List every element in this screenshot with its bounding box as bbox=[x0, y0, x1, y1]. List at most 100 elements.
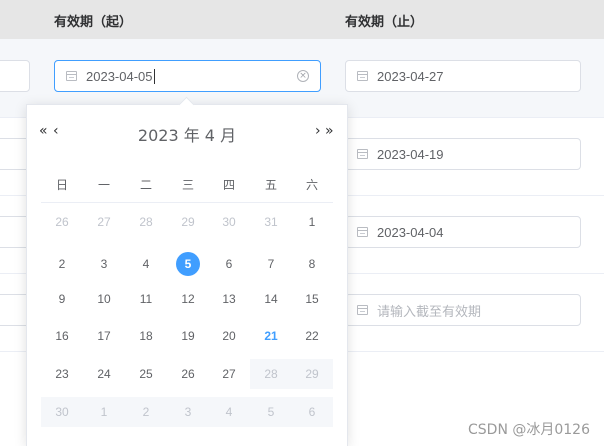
header-valid-from: 有效期（起） bbox=[54, 15, 133, 30]
month-year-title[interactable]: 2023 年 4 月 bbox=[27, 122, 347, 146]
day-cell[interactable]: 3 bbox=[83, 249, 125, 279]
day-cell[interactable]: 24 bbox=[83, 359, 125, 389]
day-cell: 29 bbox=[291, 359, 333, 389]
day-cell[interactable]: 15 bbox=[291, 284, 333, 314]
day-cell[interactable]: 1 bbox=[291, 207, 333, 237]
calendar-icon bbox=[357, 227, 368, 237]
day-cell[interactable]: 18 bbox=[125, 321, 167, 351]
weekday-label: 一 bbox=[97, 178, 110, 192]
day-number: 26 bbox=[181, 367, 195, 381]
weekday-divider bbox=[41, 202, 333, 203]
day-number: 8 bbox=[308, 257, 316, 271]
day-cell[interactable]: 10 bbox=[83, 284, 125, 314]
weekday-label: 二 bbox=[139, 178, 152, 192]
day-cell[interactable]: 23 bbox=[41, 359, 83, 389]
day-cell[interactable]: 21 bbox=[250, 321, 292, 351]
start-date-input[interactable]: 2023-04-05 × bbox=[54, 60, 321, 92]
end-date-value: 2023-04-04 bbox=[377, 224, 444, 240]
day-number: 6 bbox=[308, 405, 316, 419]
text-caret bbox=[153, 68, 155, 84]
day-number: 6 bbox=[225, 257, 233, 271]
start-date-value: 2023-04-05 bbox=[86, 68, 153, 84]
day-cell[interactable]: 16 bbox=[41, 321, 83, 351]
day-number: 7 bbox=[267, 257, 275, 271]
end-date-input[interactable]: 2023-04-19 bbox=[345, 138, 581, 170]
date-picker-popup: « ‹ › » 2023 年 4 月 日一二三四五六 26 27 28 29 30 31 1… bbox=[26, 96, 348, 446]
day-number: 17 bbox=[97, 329, 111, 343]
day-number: 29 bbox=[305, 367, 319, 381]
day-number: 28 bbox=[264, 367, 278, 381]
day-cell: 3 bbox=[167, 397, 209, 427]
day-number: 4 bbox=[142, 257, 150, 271]
end-date-input[interactable]: 2023-04-04 bbox=[345, 216, 581, 248]
day-cell[interactable]: 29 bbox=[167, 207, 209, 237]
watermark: CSDN @冰月0126 bbox=[468, 422, 590, 438]
day-number: 25 bbox=[139, 367, 153, 381]
day-cell[interactable]: 20 bbox=[208, 321, 250, 351]
day-number: 2 bbox=[58, 257, 66, 271]
day-number: 19 bbox=[181, 329, 195, 343]
day-cell[interactable]: 4 bbox=[125, 249, 167, 279]
day-cell: 2 bbox=[125, 397, 167, 427]
end-date-value: 2023-04-19 bbox=[377, 146, 444, 162]
day-cell[interactable]: 30 bbox=[208, 207, 250, 237]
day-cell[interactable]: 17 bbox=[83, 321, 125, 351]
partial-input[interactable] bbox=[0, 60, 30, 92]
day-cell: 5 bbox=[250, 397, 292, 427]
day-number: 30 bbox=[222, 215, 236, 229]
day-number: 26 bbox=[55, 215, 69, 229]
day-number: 16 bbox=[55, 329, 69, 343]
day-number: 5 bbox=[267, 405, 275, 419]
weekday-label: 五 bbox=[264, 178, 277, 192]
day-number: 31 bbox=[264, 215, 278, 229]
day-number: 28 bbox=[139, 215, 153, 229]
day-number: 22 bbox=[305, 329, 319, 343]
day-cell[interactable]: 19 bbox=[167, 321, 209, 351]
day-number: 10 bbox=[97, 292, 111, 306]
day-cell[interactable]: 25 bbox=[125, 359, 167, 389]
calendar-icon bbox=[357, 71, 368, 81]
day-cell[interactable]: 7 bbox=[250, 249, 292, 279]
day-number: 14 bbox=[264, 292, 278, 306]
day-cell[interactable]: 13 bbox=[208, 284, 250, 314]
day-cell[interactable]: 11 bbox=[125, 284, 167, 314]
day-cell[interactable]: 27 bbox=[83, 207, 125, 237]
end-date-input[interactable]: 2023-04-27 bbox=[345, 60, 581, 92]
day-number: 9 bbox=[58, 292, 66, 306]
day-number: 12 bbox=[181, 292, 195, 306]
day-cell[interactable]: 22 bbox=[291, 321, 333, 351]
day-number: 3 bbox=[184, 405, 192, 419]
day-number: 30 bbox=[55, 405, 69, 419]
day-number: 24 bbox=[97, 367, 111, 381]
end-date-input[interactable]: 请输入截至有效期 bbox=[345, 294, 581, 326]
day-cell: 28 bbox=[250, 359, 292, 389]
weekday-label: 六 bbox=[305, 178, 318, 192]
day-cell: 6 bbox=[291, 397, 333, 427]
day-cell[interactable]: 2 bbox=[41, 249, 83, 279]
day-cell[interactable]: 27 bbox=[208, 359, 250, 389]
day-number: 11 bbox=[139, 292, 153, 306]
day-number: 13 bbox=[222, 292, 236, 306]
day-cell[interactable]: 28 bbox=[125, 207, 167, 237]
day-cell[interactable]: 26 bbox=[167, 359, 209, 389]
day-cell[interactable]: 31 bbox=[250, 207, 292, 237]
day-cell[interactable]: 9 bbox=[41, 284, 83, 314]
day-cell[interactable]: 8 bbox=[291, 249, 333, 279]
day-number: 5 bbox=[176, 252, 200, 276]
day-number: 1 bbox=[100, 405, 108, 419]
clear-icon[interactable]: × bbox=[297, 70, 309, 82]
end-date-value: 2023-04-27 bbox=[377, 68, 444, 84]
day-cell[interactable]: 26 bbox=[41, 207, 83, 237]
day-number: 3 bbox=[100, 257, 108, 271]
day-cell[interactable]: 12 bbox=[167, 284, 209, 314]
day-cell[interactable]: 6 bbox=[208, 249, 250, 279]
day-number: 21 bbox=[264, 329, 278, 343]
day-number: 20 bbox=[222, 329, 236, 343]
weekday-label: 三 bbox=[181, 178, 194, 192]
table-header: 有效期（起） 有效期（止） bbox=[0, 0, 604, 39]
weekday-label: 四 bbox=[222, 178, 235, 192]
day-cell[interactable]: 14 bbox=[250, 284, 292, 314]
day-cell[interactable]: 5 bbox=[167, 249, 209, 279]
calendar-icon bbox=[66, 71, 77, 81]
day-cell: 30 bbox=[41, 397, 83, 427]
